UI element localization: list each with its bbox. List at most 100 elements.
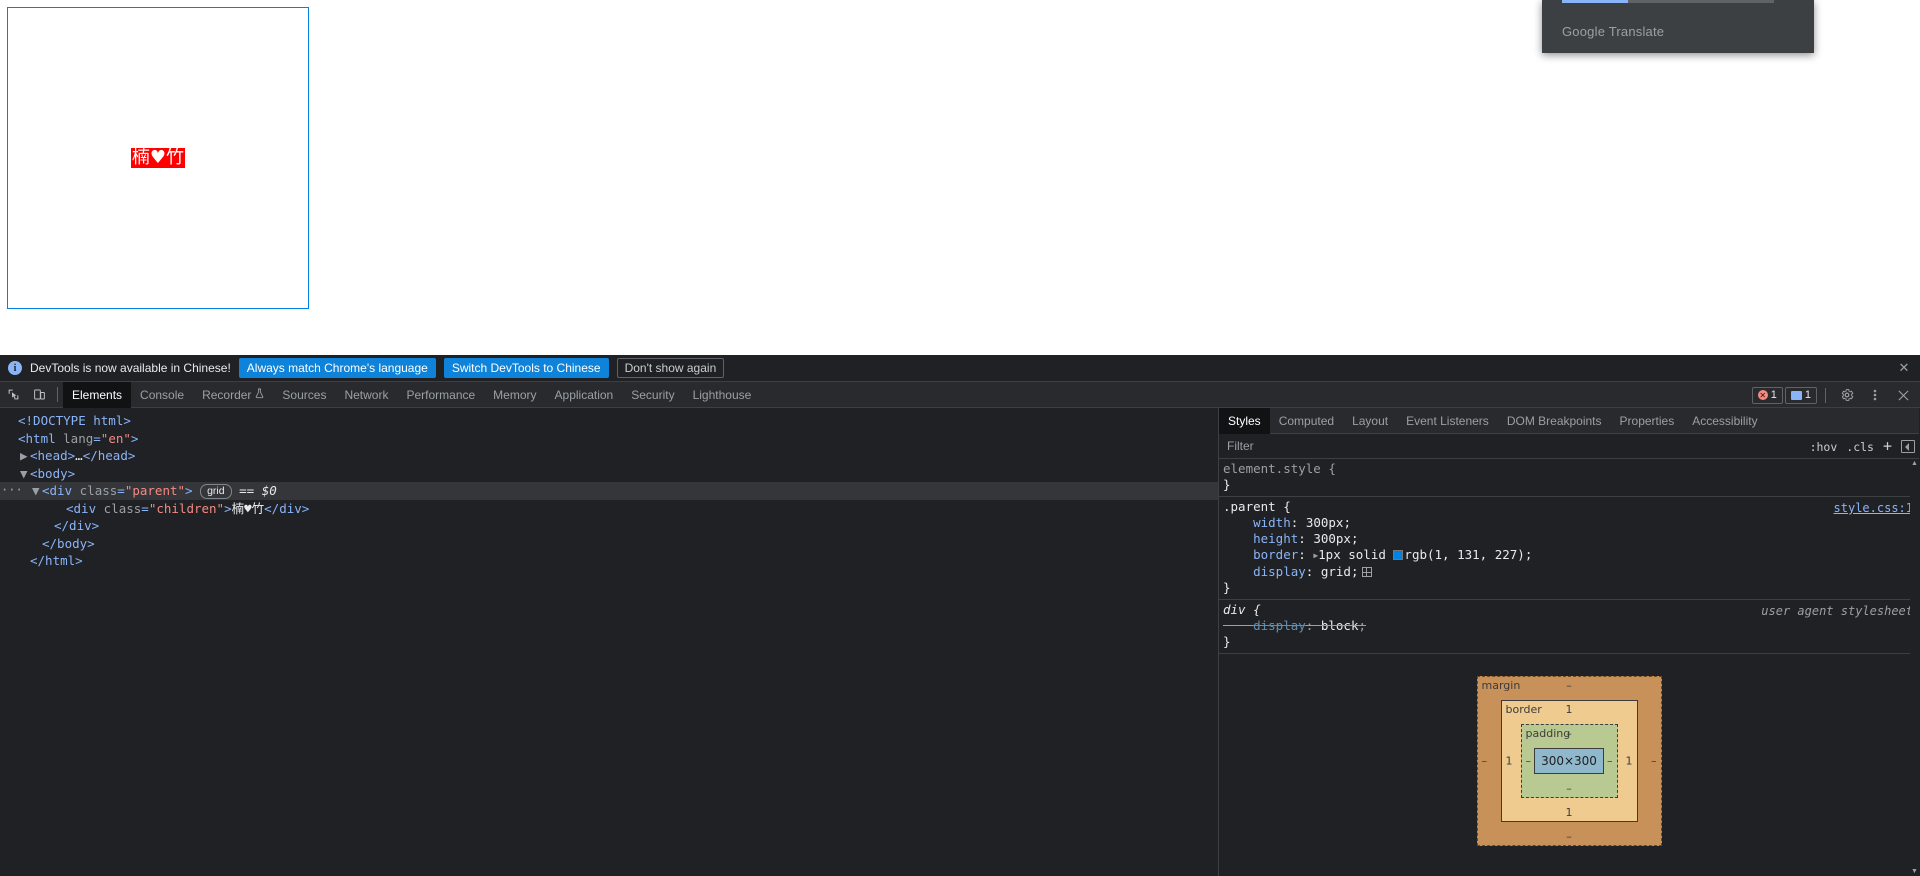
tab-application[interactable]: Application — [546, 382, 623, 408]
tab-label: Computed — [1278, 413, 1335, 428]
styles-panel: Styles Computed Layout Event Listeners D… — [1219, 407, 1919, 876]
styles-filter-input[interactable] — [1227, 439, 1627, 453]
info-icon: i — [8, 361, 22, 375]
css-declaration[interactable]: height: 300px; — [1223, 531, 1919, 547]
css-rule-origin[interactable]: style.css:1 — [1834, 500, 1913, 516]
always-match-language-button[interactable]: Always match Chrome's language — [238, 358, 436, 378]
tab-console[interactable]: Console — [131, 382, 193, 408]
close-icon[interactable]: ✕ — [1896, 360, 1912, 376]
box-model-border-label: border — [1505, 703, 1542, 716]
children-element[interactable]: 楠♥竹 — [130, 147, 186, 169]
dom-row-expand-arrow[interactable]: ▼ — [32, 482, 42, 500]
device-toolbar-icon[interactable] — [26, 382, 52, 408]
css-declaration[interactable]: width: 300px; — [1223, 515, 1919, 531]
kebab-menu-icon[interactable] — [1862, 382, 1888, 408]
dom-tree-panel[interactable]: <!DOCTYPE html> <html lang="en"> ▶ <head>…<… — [0, 408, 1219, 876]
margin-right-value[interactable]: – — [1651, 755, 1657, 768]
tab-sources[interactable]: Sources — [273, 382, 335, 408]
color-swatch[interactable] — [1393, 550, 1404, 560]
margin-top-value[interactable]: – — [1566, 679, 1572, 692]
close-devtools-icon[interactable] — [1890, 382, 1916, 408]
padding-bottom-value[interactable]: – — [1566, 782, 1572, 795]
cls-toggle-button[interactable]: .cls — [1846, 440, 1874, 454]
scroll-down-icon[interactable]: ▼ — [1911, 868, 1918, 875]
tab-label: Recorder — [202, 387, 252, 402]
css-rule-origin: user agent stylesheet — [1761, 604, 1913, 618]
css-declaration[interactable]: display: grid; — [1223, 564, 1919, 580]
css-selector[interactable]: .parent { — [1223, 499, 1919, 515]
tab-computed[interactable]: Computed — [1270, 408, 1343, 434]
tab-accessibility[interactable]: Accessibility — [1683, 408, 1766, 434]
tab-recorder[interactable]: Recorder — [193, 382, 273, 408]
tab-dom-breakpoints[interactable]: DOM Breakpoints — [1498, 408, 1611, 434]
css-declaration[interactable]: border: ▶1px solid rgb(1, 131, 227); — [1223, 547, 1919, 564]
box-model-content[interactable]: 300×300 — [1534, 748, 1604, 774]
tab-label: Network — [344, 387, 389, 402]
dom-tree-row[interactable]: ··· ▼ <div class="parent"> grid == $0 — [0, 482, 1218, 500]
tab-layout[interactable]: Layout — [1343, 408, 1397, 434]
padding-right-value[interactable]: – — [1607, 755, 1613, 768]
grid-overlay-icon[interactable] — [1361, 567, 1372, 577]
padding-top-value[interactable]: – — [1566, 727, 1572, 740]
margin-bottom-value[interactable]: – — [1566, 830, 1572, 843]
tab-lighthouse[interactable]: Lighthouse — [684, 382, 761, 408]
box-model-diagram: margin – – – – border 1 1 1 1 padding – … — [1476, 676, 1662, 846]
devtools-panes: <!DOCTYPE html> <html lang="en"> ▶ <head>…<… — [0, 407, 1920, 876]
tab-label: Performance — [406, 387, 476, 402]
gear-icon[interactable] — [1834, 382, 1860, 408]
box-model-margin[interactable]: margin – – – – border 1 1 1 1 padding – … — [1476, 676, 1662, 846]
dom-row-expand-arrow[interactable]: ▶ — [20, 447, 30, 465]
tab-memory[interactable]: Memory — [484, 382, 545, 408]
css-rule-block[interactable]: element.style {} — [1219, 459, 1919, 497]
tab-security[interactable]: Security — [622, 382, 683, 408]
css-rule-close: } — [1223, 477, 1231, 492]
tab-network[interactable]: Network — [335, 382, 397, 408]
scroll-up-icon[interactable]: ▲ — [1911, 460, 1918, 467]
dom-tree-row[interactable]: <div class="children">楠♥竹</div> — [0, 500, 1218, 518]
error-icon: ✕ — [1757, 390, 1768, 400]
styles-scrollbar[interactable]: ▲ ▼ — [1910, 459, 1919, 876]
dom-tree-row[interactable]: ▼ <body> — [0, 465, 1218, 483]
parent-grid-element[interactable]: 楠♥竹 — [7, 7, 309, 309]
translate-progress-fill — [1562, 0, 1628, 3]
google-translate-popup[interactable]: Google Translate — [1542, 0, 1814, 53]
hov-toggle-button[interactable]: :hov — [1810, 440, 1838, 454]
css-rule-block[interactable]: div { display: block;} user agent stylesh… — [1219, 600, 1919, 654]
dom-row-expand-arrow[interactable]: ▼ — [20, 465, 30, 483]
dom-tree-row[interactable]: </div> — [0, 517, 1218, 535]
new-style-rule-button[interactable]: + — [1883, 439, 1892, 454]
dom-tree-row[interactable]: </html> — [0, 552, 1218, 570]
error-count-badge[interactable]: ✕ 1 — [1751, 386, 1783, 404]
box-model-border[interactable]: border 1 1 1 1 padding – – – – 300×300 — [1500, 700, 1638, 822]
devtools-window: i DevTools is now available in Chinese! … — [0, 355, 1920, 876]
dom-tree-row[interactable]: <!DOCTYPE html> — [0, 412, 1218, 430]
border-bottom-value[interactable]: 1 — [1566, 806, 1573, 819]
inspect-element-icon[interactable] — [0, 382, 26, 408]
css-declaration[interactable]: display: block; — [1223, 618, 1919, 634]
css-selector[interactable]: element.style { — [1223, 461, 1919, 477]
tab-elements[interactable]: Elements — [63, 381, 132, 408]
tab-event-listeners[interactable]: Event Listeners — [1397, 408, 1498, 434]
dont-show-again-button[interactable]: Don't show again — [616, 358, 725, 378]
css-rule-block[interactable]: .parent { width: 300px; height: 300px; b… — [1219, 497, 1919, 600]
border-right-value[interactable]: 1 — [1626, 755, 1633, 768]
tab-label: Lighthouse — [692, 387, 752, 402]
tab-label: Accessibility — [1692, 413, 1758, 428]
dom-row-menu-icon[interactable]: ··· — [1, 482, 23, 500]
border-left-value[interactable]: 1 — [1506, 755, 1513, 768]
padding-left-value[interactable]: – — [1526, 755, 1532, 768]
styles-filter-actions: :hov .cls + — [1810, 434, 1915, 459]
tab-performance[interactable]: Performance — [397, 382, 484, 408]
margin-left-value[interactable]: – — [1482, 755, 1488, 768]
message-count-badge[interactable]: 1 — [1784, 386, 1817, 404]
dom-tree-row[interactable]: <html lang="en"> — [0, 430, 1218, 448]
tab-styles[interactable]: Styles — [1219, 407, 1270, 434]
toggle-sidebar-icon[interactable] — [1901, 440, 1915, 453]
dom-tree-row[interactable]: </body> — [0, 535, 1218, 553]
tab-properties[interactable]: Properties — [1611, 408, 1684, 434]
box-model-padding[interactable]: padding – – – – 300×300 — [1520, 724, 1618, 798]
border-top-value[interactable]: 1 — [1566, 703, 1573, 716]
switch-devtools-to-chinese-button[interactable]: Switch DevTools to Chinese — [443, 358, 609, 378]
dom-tree-row[interactable]: ▶ <head>…</head> — [0, 447, 1218, 465]
box-model-margin-label: margin — [1481, 679, 1521, 692]
